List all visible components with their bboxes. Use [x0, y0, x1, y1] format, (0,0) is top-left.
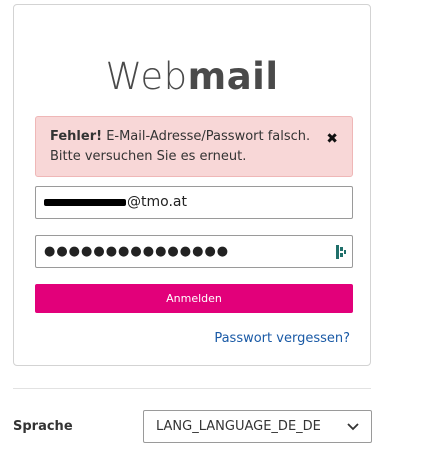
email-value: @tmo.at	[44, 194, 187, 210]
email-suffix: @tmo.at	[127, 194, 187, 210]
alert-title: Fehler!	[50, 129, 103, 144]
email-field[interactable]: @tmo.at	[35, 186, 353, 219]
error-alert: Fehler! E-Mail-Adresse/Passwort falsch. …	[35, 116, 353, 177]
webmail-logo: Webmail	[14, 55, 370, 98]
redacted-text	[44, 198, 126, 206]
divider	[13, 388, 371, 389]
language-label: Sprache	[13, 419, 73, 434]
login-card: Webmail Fehler! E-Mail-Adresse/Passwort …	[13, 4, 371, 366]
password-field[interactable]: ●●●●●●●●●●●●●●●	[35, 235, 353, 268]
logo-part-bold: mail	[187, 55, 279, 98]
password-masked: ●●●●●●●●●●●●●●●	[44, 244, 230, 259]
language-selected-value: LANG_LANGUAGE_DE_DE	[156, 419, 321, 434]
password-manager-icon[interactable]	[335, 244, 347, 260]
login-button[interactable]: Anmelden	[35, 284, 353, 313]
forgot-password-link[interactable]: Passwort vergessen?	[214, 331, 350, 346]
language-select[interactable]: LANG_LANGUAGE_DE_DE	[143, 410, 372, 443]
close-icon[interactable]: ✖	[326, 129, 338, 149]
logo-part-light: Web	[105, 55, 188, 98]
chevron-down-icon	[347, 423, 359, 431]
